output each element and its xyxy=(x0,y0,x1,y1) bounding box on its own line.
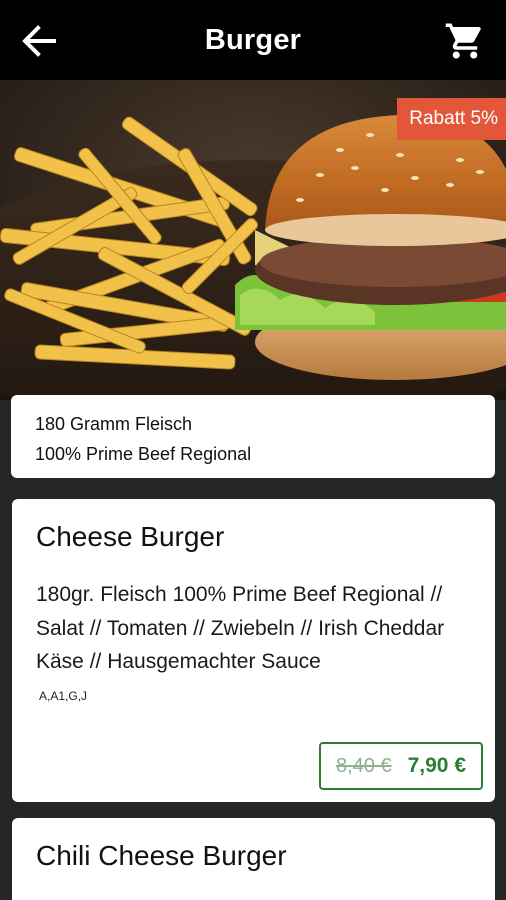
info-line-meat: 180 Gramm Fleisch xyxy=(35,414,193,434)
cart-button[interactable] xyxy=(444,20,486,62)
product-name: Chili Cheese Burger xyxy=(36,840,287,871)
discount-badge: Rabatt 5% xyxy=(397,98,506,140)
current-price: 7,90 € xyxy=(407,754,466,777)
product-allergens: A,A1,G,J xyxy=(39,689,88,703)
shopping-cart-icon xyxy=(445,23,481,59)
product-description: 180gr. Fleisch 100% Prime Beef Regional … xyxy=(36,583,445,673)
category-info-card: 180 Gramm Fleisch 100% Prime Beef Region… xyxy=(11,395,495,478)
arrow-back-icon xyxy=(22,25,56,57)
old-price: 8,40 € xyxy=(336,754,392,777)
price-button[interactable]: 8,40 € 7,90 € xyxy=(319,742,483,790)
info-line-beef: 100% Prime Beef Regional xyxy=(35,444,252,464)
top-app-bar: Burger xyxy=(0,0,506,80)
page-title: Burger xyxy=(204,24,302,56)
back-button[interactable] xyxy=(18,22,58,60)
product-card-chili-cheese-burger[interactable]: Chili Cheese Burger xyxy=(12,818,495,900)
product-name: Cheese Burger xyxy=(36,521,225,552)
product-card-cheese-burger[interactable]: Cheese Burger 180gr. Fleisch 100% Prime … xyxy=(12,499,495,802)
